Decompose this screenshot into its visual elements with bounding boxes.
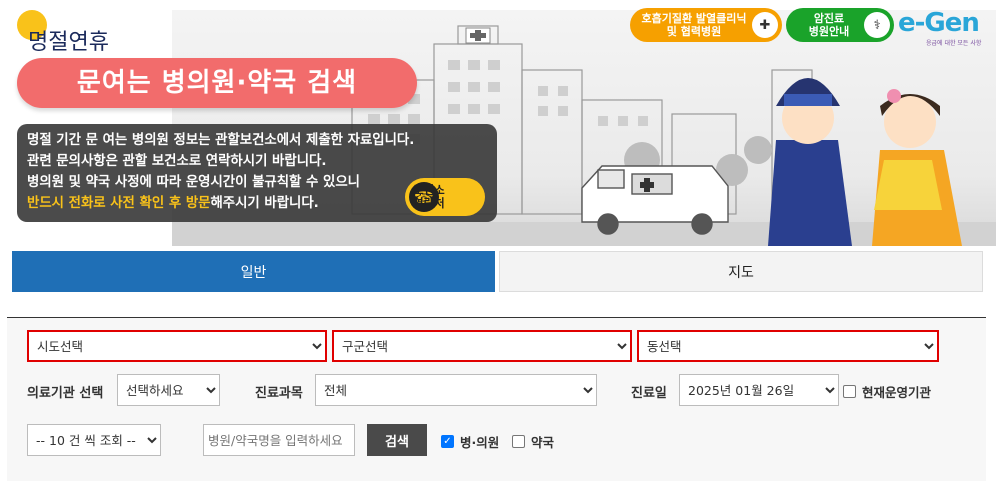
logo-text: e-Gen <box>898 8 980 38</box>
open-now-label: 현재운영기관 <box>862 385 932 400</box>
stethoscope-icon: ⚕ <box>864 12 890 38</box>
notice-line: 관련 문의사항은 관할 보건소로 연락하시기 바랍니다. <box>27 154 327 169</box>
date-select[interactable]: 2025년 01월 26일 <box>679 374 839 406</box>
org-type-label: 의료기관 선택 <box>27 386 104 401</box>
clinic-label-line: 및 협력병원 <box>666 25 722 38</box>
cancer-hospital-label: 암진료 병원안내 <box>794 12 864 38</box>
tab-map[interactable]: 지도 <box>499 251 983 292</box>
clinic-label-line: 호흡기질환 발열클리닉 <box>641 12 747 25</box>
sido-select[interactable]: 시도선택 <box>29 332 325 360</box>
dong-select[interactable]: 동선택 <box>639 332 937 360</box>
department-label: 진료과목 <box>255 386 303 401</box>
department-select[interactable]: 전체 <box>315 374 597 406</box>
hospital-checkbox[interactable]: ✓ 병·의원 <box>441 432 499 451</box>
lungs-icon: ✚ <box>752 12 778 38</box>
holiday-title: 명절연휴 <box>28 30 109 55</box>
fever-clinic-button[interactable]: 호흡기질환 발열클리닉 및 협력병원 ✚ <box>630 8 782 42</box>
egen-logo[interactable]: e-Gen 응급에 대한 모든 사항 <box>898 8 994 50</box>
date-label: 진료일 <box>631 386 667 401</box>
checkbox-icon <box>843 385 856 398</box>
notice-tail: 해주시기 바랍니다. <box>210 196 319 211</box>
cancer-label-line: 암진료 <box>813 12 845 25</box>
gugun-select-wrapper: 구군선택 <box>332 330 632 362</box>
fever-clinic-label: 호흡기질환 발열클리닉 및 협력병원 <box>636 12 752 38</box>
notice-highlight: 반드시 전화로 사전 확인 후 방문 <box>27 196 211 211</box>
sido-select-wrapper: 시도선택 <box>27 330 327 362</box>
hospital-label: 병·의원 <box>460 435 500 450</box>
checkbox-icon <box>512 435 525 448</box>
tab-general[interactable]: 일반 <box>12 251 495 292</box>
keyword-input[interactable] <box>203 424 355 456</box>
org-type-select[interactable]: 선택하세요 <box>117 374 220 406</box>
contact-button-label: 보건소 연락처 <box>413 184 445 210</box>
contact-label-line: 연락처 <box>413 196 445 210</box>
open-now-checkbox[interactable]: 현재운영기관 <box>843 382 931 401</box>
notice-line: 명절 기간 문 여는 병의원 정보는 관할보건소에서 제출한 자료입니다. <box>27 133 415 148</box>
search-button[interactable]: 검색 <box>367 424 427 456</box>
cancer-hospital-button[interactable]: 암진료 병원안내 ⚕ <box>786 8 894 42</box>
health-center-contact-button[interactable]: ☎ 보건소 연락처 <box>405 178 485 216</box>
page-size-select[interactable]: -- 10 건 씩 조회 -- <box>27 424 161 456</box>
page-title: 문여는 병의원·약국 검색 <box>17 58 417 108</box>
pharmacy-checkbox[interactable]: 약국 <box>512 432 554 451</box>
gugun-select[interactable]: 구군선택 <box>334 332 630 360</box>
cancer-label-line: 병원안내 <box>808 25 850 38</box>
logo-subtitle: 응급에 대한 모든 사항 <box>926 40 982 47</box>
banner: 명절연휴 문여는 병의원·약국 검색 명절 기간 문 여는 병의원 정보는 관할… <box>12 0 996 246</box>
pharmacy-label: 약국 <box>531 435 555 450</box>
search-panel: 시도선택 구군선택 동선택 의료기관 선택 선택하세요 진료과목 전체 진료일 … <box>7 317 986 481</box>
checkbox-checked-icon: ✓ <box>441 435 454 448</box>
dong-select-wrapper: 동선택 <box>637 330 939 362</box>
